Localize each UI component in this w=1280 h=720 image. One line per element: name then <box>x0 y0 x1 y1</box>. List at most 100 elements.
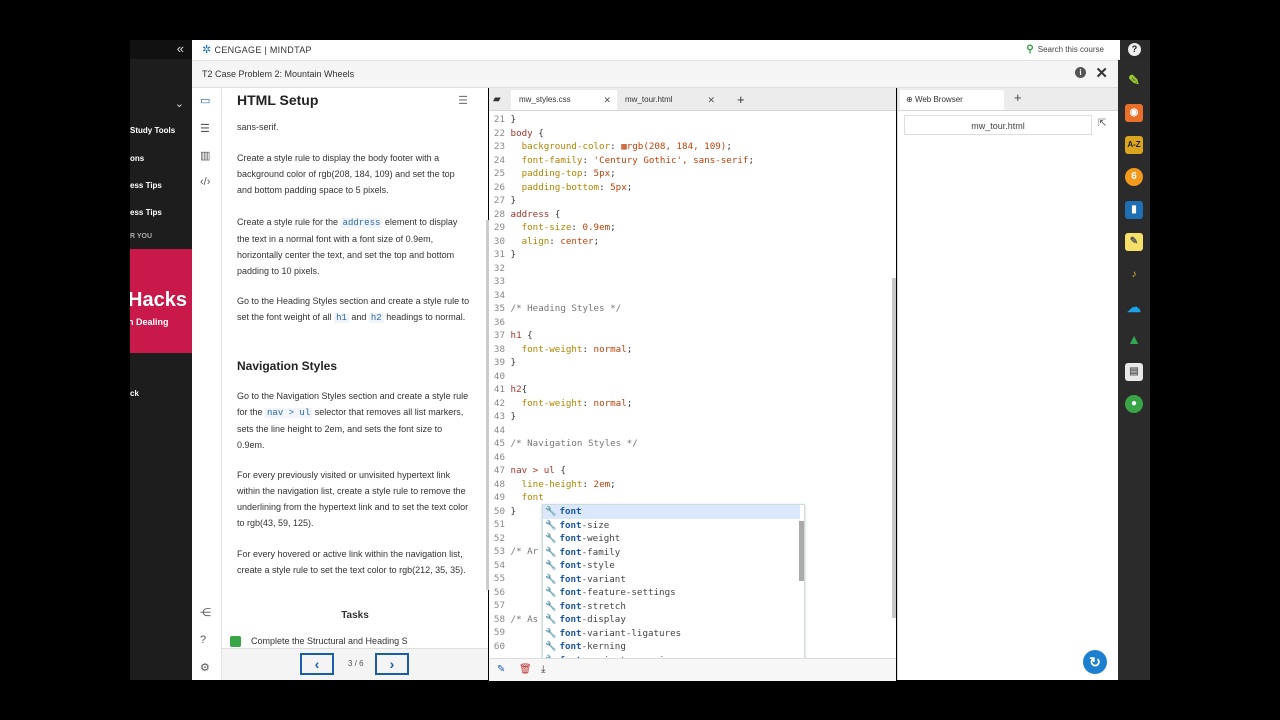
code-line[interactable]: 25 padding-top: 5px; <box>489 167 616 181</box>
sidebar-item[interactable]: ck <box>130 389 139 398</box>
tab-mw-styles[interactable]: mw_styles.css ✕ <box>511 90 617 110</box>
collapse-sidebar-button[interactable]: « <box>130 40 192 59</box>
code-line[interactable]: 50 } <box>489 505 516 519</box>
autocomplete-item[interactable]: 🔧 font-feature-settings <box>543 586 800 600</box>
folder-icon[interactable]: ▰ <box>489 90 511 110</box>
code-line[interactable]: 26 padding-bottom: 5px; <box>489 181 632 195</box>
checklist-icon[interactable]: ☰ <box>200 122 210 135</box>
bar-chart-icon[interactable]: ▥ <box>200 149 210 162</box>
autocomplete-item[interactable]: 🔧 font-style <box>543 559 800 573</box>
glossary-az-icon[interactable]: A-Z <box>1125 136 1143 154</box>
code-line[interactable]: 34 <box>489 289 511 303</box>
code-line[interactable]: 22 body { <box>489 127 544 141</box>
share-icon[interactable]: ⋲ <box>200 606 211 619</box>
code-icon[interactable]: ‹/› <box>200 176 210 188</box>
task-item[interactable]: Complete the Structural and Heading S <box>230 636 480 648</box>
editor-scrollbar[interactable] <box>892 278 896 618</box>
code-line[interactable]: 59 <box>489 626 511 640</box>
code-line[interactable]: 40 <box>489 370 511 384</box>
search-course-link[interactable]: ⚲ Search this course <box>1026 44 1104 55</box>
cengage-logo[interactable]: ✲ CENGAGE | MINDTAP <box>202 43 312 56</box>
open-external-icon[interactable]: ⇱ <box>1098 118 1106 129</box>
code-line[interactable]: 29 font-size: 0.9em; <box>489 221 616 235</box>
onedrive-icon[interactable]: ☁ <box>1125 298 1143 316</box>
code-line[interactable]: 44 <box>489 424 511 438</box>
autocomplete-item[interactable]: 🔧 font-variant <box>543 573 800 587</box>
sidebar-item[interactable]: ess Tips <box>130 181 162 190</box>
refresh-button[interactable]: ↻ <box>1083 650 1107 674</box>
help-icon[interactable]: ? <box>1128 43 1141 56</box>
autocomplete-item[interactable]: 🔧 font-family <box>543 546 800 560</box>
double-chevron-left-icon[interactable]: « <box>177 41 184 56</box>
notes-icon[interactable]: ✎ <box>1125 233 1143 251</box>
next-page-button[interactable]: › <box>375 653 409 675</box>
close-tab-icon[interactable]: ✕ <box>603 90 611 110</box>
code-line[interactable]: 33 <box>489 275 511 289</box>
code-line[interactable]: 27 } <box>489 194 516 208</box>
readspeaker-icon[interactable]: ♪ <box>1125 266 1143 284</box>
flashcards-icon[interactable]: ▤ <box>1125 363 1143 381</box>
code-line[interactable]: 42 font-weight: normal; <box>489 397 632 411</box>
app-6-icon[interactable]: 6 <box>1125 168 1143 186</box>
code-line[interactable]: 53 /* Ar <box>489 545 538 559</box>
close-tab-icon[interactable]: ✕ <box>707 90 715 110</box>
code-line[interactable]: 45 /* Navigation Styles */ <box>489 437 638 451</box>
code-line[interactable]: 23 background-color: ▦rgb(208, 184, 109)… <box>489 140 732 154</box>
autocomplete-item[interactable]: 🔧 font-variant-ligatures <box>543 627 800 641</box>
code-line[interactable]: 43 } <box>489 410 516 424</box>
book-icon[interactable]: ▮ <box>1125 201 1143 219</box>
code-line[interactable]: 41 h2{ <box>489 383 527 397</box>
autocomplete-popup[interactable]: 🔧 font 🔧 font-size 🔧 font-weight 🔧 font-family 🔧… <box>542 504 805 668</box>
autocomplete-item[interactable]: 🔧 font <box>543 505 800 519</box>
book-open-icon[interactable]: ▭ <box>200 94 210 107</box>
code-line[interactable]: 30 align: center; <box>489 235 599 249</box>
google-drive-icon[interactable]: ▲ <box>1125 330 1143 348</box>
code-line[interactable]: 35 /* Heading Styles */ <box>489 302 621 316</box>
autocomplete-item[interactable]: 🔧 font-display <box>543 613 800 627</box>
code-line[interactable]: 32 <box>489 262 511 276</box>
autocomplete-item[interactable]: 🔧 font-size <box>543 519 800 533</box>
code-line[interactable]: 37 h1 { <box>489 329 533 343</box>
sidebar-item[interactable]: ess Tips <box>130 208 162 217</box>
code-line[interactable]: 38 font-weight: normal; <box>489 343 632 357</box>
sidebar-item[interactable]: ons <box>130 154 144 163</box>
code-line[interactable]: 36 <box>489 316 511 330</box>
code-line[interactable]: 49 font <box>489 491 544 505</box>
code-line[interactable]: 52 <box>489 532 511 546</box>
add-tab-button[interactable]: + <box>729 90 749 110</box>
autocomplete-item[interactable]: 🔧 font-weight <box>543 532 800 546</box>
progress-icon[interactable]: ● <box>1125 395 1143 413</box>
code-line[interactable]: 51 <box>489 518 511 532</box>
pencil-icon[interactable]: ✎ <box>497 664 505 675</box>
gear-icon[interactable]: ⚙ <box>200 661 210 674</box>
code-line[interactable]: 55 <box>489 572 511 586</box>
code-line[interactable]: 24 font-family: 'Century Gothic', sans-s… <box>489 154 754 168</box>
code-line[interactable]: 57 <box>489 599 511 613</box>
close-icon[interactable]: ✕ <box>1095 64 1108 82</box>
tab-mw-tour[interactable]: mw_tour.html ✕ <box>617 90 721 110</box>
code-line[interactable]: 31 } <box>489 248 516 262</box>
trash-icon[interactable]: 🗑 <box>519 664 532 675</box>
autocomplete-item[interactable]: 🔧 font-kerning <box>543 640 800 654</box>
rss-icon[interactable]: ◉ <box>1125 104 1143 122</box>
promo-banner[interactable]: Hacks n Dealing <box>130 249 192 353</box>
autocomplete-item[interactable]: 🔧 font-stretch <box>543 600 800 614</box>
code-line[interactable]: 28 address { <box>489 208 560 222</box>
code-line[interactable]: 39 } <box>489 356 516 370</box>
highlighter-icon[interactable]: ✎ <box>1125 71 1143 89</box>
sidebar-item-study-tools[interactable]: Study Tools <box>130 126 175 135</box>
code-line[interactable]: 60 <box>489 640 511 654</box>
help-circle-icon[interactable]: ? <box>200 634 206 646</box>
menu-icon[interactable]: ☰ <box>458 94 468 107</box>
code-line[interactable]: 56 <box>489 586 511 600</box>
tab-web-browser[interactable]: ⊕ Web Browser <box>900 90 1004 110</box>
code-line[interactable]: 48 line-height: 2em; <box>489 478 616 492</box>
code-line[interactable]: 58 /* As <box>489 613 538 627</box>
code-line[interactable]: 47 nav > ul { <box>489 464 566 478</box>
address-bar[interactable]: mw_tour.html <box>904 115 1092 135</box>
info-icon[interactable]: i <box>1075 67 1086 78</box>
code-line[interactable]: 54 <box>489 559 511 573</box>
code-line[interactable]: 46 <box>489 451 511 465</box>
prev-page-button[interactable]: ‹ <box>300 653 334 675</box>
code-line[interactable]: 21 } <box>489 113 516 127</box>
